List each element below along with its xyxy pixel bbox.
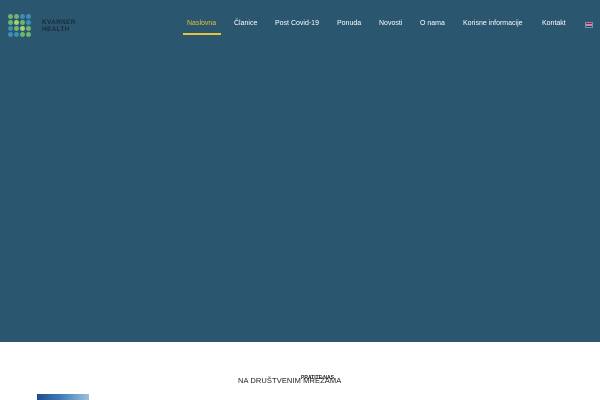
main-nav: Naslovna Članice Post Covid-19 Ponuda No… [0, 20, 600, 34]
hero-banner [0, 0, 600, 342]
nav-item-novosti[interactable]: Novosti [379, 20, 402, 27]
uk-flag-icon[interactable] [585, 22, 593, 28]
nav-item-naslovna[interactable]: Naslovna [187, 20, 216, 27]
nav-item-kontakt[interactable]: Kontakt [542, 20, 566, 27]
nav-item-post-covid[interactable]: Post Covid-19 [275, 20, 319, 27]
social-section: NA DRUŠTVENIM MREŽAMA PRATITE NAS [0, 375, 600, 389]
nav-item-ponuda[interactable]: Ponuda [337, 20, 361, 27]
nav-item-o-nama[interactable]: O nama [420, 20, 445, 27]
nav-item-clanice[interactable]: Članice [234, 20, 257, 27]
active-nav-indicator [183, 33, 221, 35]
social-feed-thumbnail[interactable] [37, 394, 89, 400]
nav-item-korisne-informacije[interactable]: Korisne informacije [463, 20, 523, 27]
follow-us-label: PRATITE NAS [301, 375, 334, 381]
